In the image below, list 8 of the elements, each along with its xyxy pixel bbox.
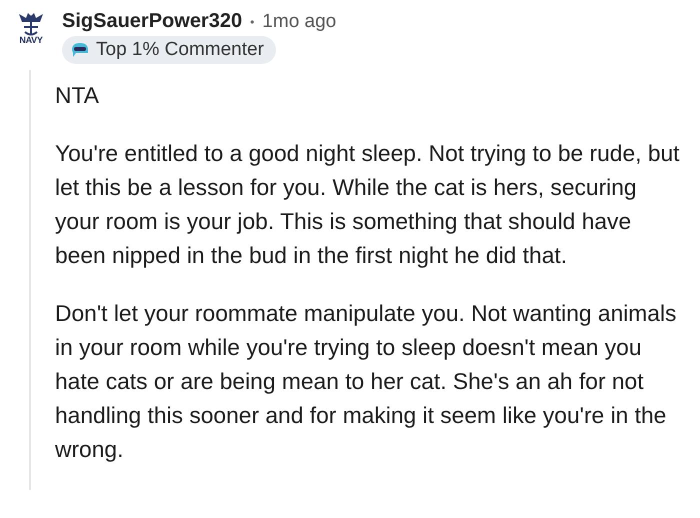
commenter-badge: Top 1% Commenter [62, 36, 276, 64]
username[interactable]: SigSauerPower320 [62, 10, 242, 33]
comment-paragraph: NTA [55, 81, 100, 110]
comment-paragraph: You're entitled to a good night sleep. Not trying to be rude, but let this be a lesson for you. While the cat is hers, securing your room is your job. This is something that should have been nipped in the bud in the first night he did that. [55, 139, 681, 270]
logo-text: NAVY [19, 36, 43, 45]
comment-paragraph: Don't let your roommate manipulate you. Not wanting animals in your room while you're trying to sleep doesn't mean you hate cats or are being mean to her cat. She's an ah for not handling this sooner and for making it seem like you're in the wrong. [55, 299, 678, 464]
separator: • [250, 14, 254, 28]
timestamp: 1mo ago [262, 10, 336, 32]
